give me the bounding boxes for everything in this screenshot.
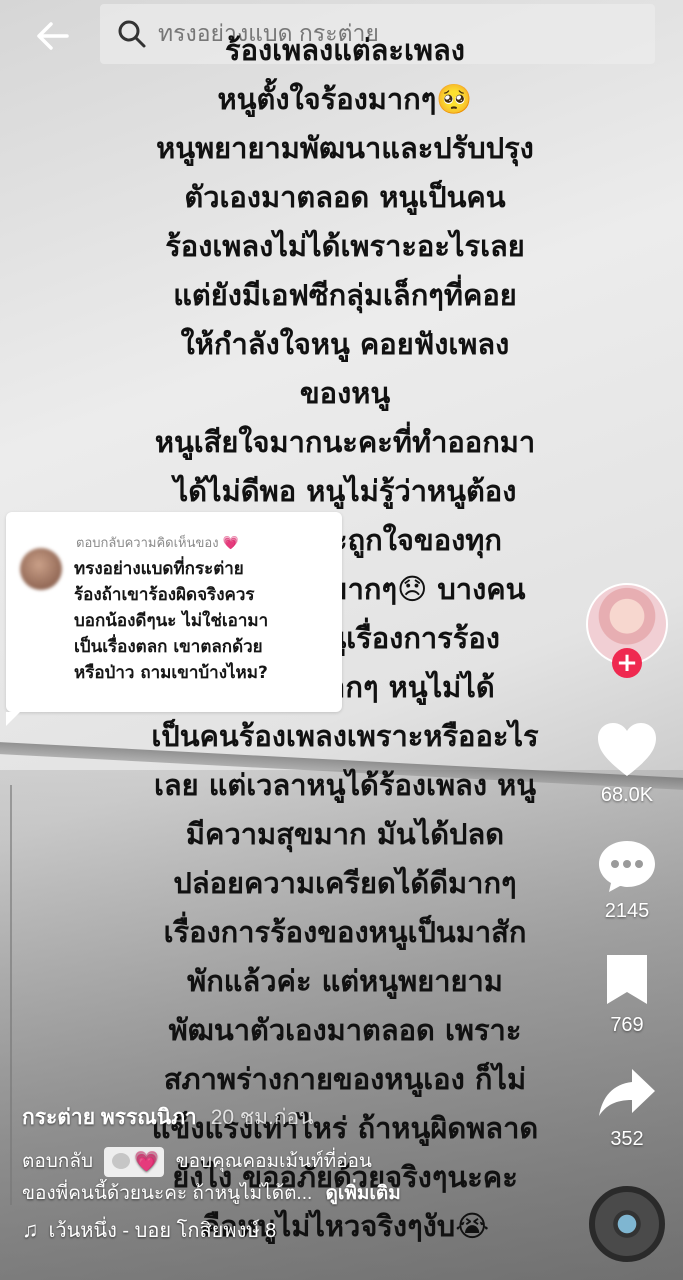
author-name[interactable]: กระต่าย พรรณนิภา bbox=[22, 1101, 197, 1134]
bookmark-icon bbox=[607, 955, 647, 1004]
reply-thumbnail[interactable]: 💗 bbox=[104, 1146, 165, 1177]
comment-button[interactable]: 2145 bbox=[588, 838, 666, 923]
share-icon bbox=[599, 1069, 655, 1116]
music-note-icon: ♫ bbox=[22, 1217, 39, 1242]
heart-emoji-icon: 💗 bbox=[222, 535, 239, 550]
bookmark-button[interactable]: 769 bbox=[588, 952, 666, 1037]
pink-heart-icon: 💗 bbox=[134, 1150, 160, 1173]
reply-header: ตอบกลับความคิดเห็นของ 💗 bbox=[76, 532, 239, 553]
share-button[interactable]: 352 bbox=[588, 1066, 666, 1151]
see-more-link[interactable]: ดูเพิ่มเติม bbox=[326, 1183, 401, 1204]
bookmark-count: 769 bbox=[610, 1014, 644, 1036]
follow-button[interactable]: + bbox=[612, 648, 642, 678]
caption[interactable]: ตอบกลับ 💗 ขอบคุณคอมเม้นท์ที่อ่อน ของพี่ค… bbox=[22, 1146, 582, 1210]
like-count: 68.0K bbox=[600, 784, 654, 806]
caption-text: ขอบคุณคอมเม้นท์ที่อ่อน bbox=[175, 1151, 372, 1172]
post-time: 20 ชม.ก่อน bbox=[210, 1105, 314, 1129]
comment-count: 2145 bbox=[604, 900, 650, 922]
commenter-avatar bbox=[20, 548, 62, 590]
back-button[interactable] bbox=[28, 14, 78, 58]
author-row: กระต่าย พรรณนิภา 20 ชม.ก่อน bbox=[22, 1100, 582, 1134]
plus-icon: + bbox=[616, 648, 638, 678]
music-info[interactable]: ♫ เว้นหนึ่ง - บอย โกสิยพงษ์ 8 bbox=[22, 1214, 582, 1246]
back-arrow-icon bbox=[37, 22, 69, 50]
video-info: กระต่าย พรรณนิภา 20 ชม.ก่อน ตอบกลับ 💗 ขอ… bbox=[22, 1100, 582, 1246]
reply-header-label: ตอบกลับความคิดเห็นของ bbox=[76, 535, 219, 550]
like-button[interactable]: 68.0K bbox=[588, 722, 666, 807]
share-count: 352 bbox=[610, 1128, 644, 1150]
music-title: เว้นหนึ่ง - บอย โกสิยพงษ์ 8 bbox=[48, 1220, 277, 1242]
background-line bbox=[10, 785, 12, 1205]
music-disc-button[interactable] bbox=[589, 1186, 665, 1262]
reply-comment-card[interactable]: ตอบกลับความคิดเห็นของ 💗 ทรงอย่างแบดที่กระ… bbox=[6, 512, 342, 726]
comment-icon bbox=[599, 841, 655, 892]
caption-reply-label: ตอบกลับ bbox=[22, 1151, 94, 1172]
caption-text-line2: ของพี่คนนี้ด้วยนะคะ ถ้าหนูไม่ได้ต... bbox=[22, 1183, 313, 1204]
reply-comment-text: ทรงอย่างแบดที่กระต่าย ร้องถ้าเขาร้องผิดจ… bbox=[74, 559, 269, 683]
heart-icon bbox=[598, 723, 656, 776]
comment-bubble-icon bbox=[112, 1152, 131, 1169]
